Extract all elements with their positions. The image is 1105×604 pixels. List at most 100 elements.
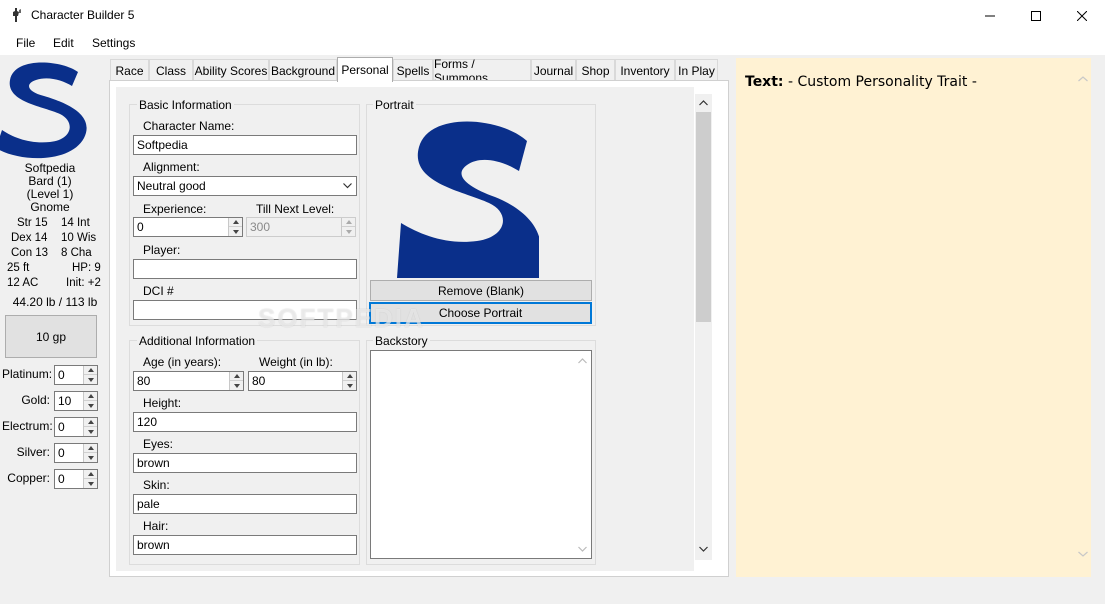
minimize-icon	[985, 15, 995, 16]
stat-speed: 25 ft	[7, 262, 30, 274]
eyes-field[interactable]: brown	[133, 453, 357, 473]
spin-down-icon[interactable]	[229, 227, 242, 236]
skin-label: Skin:	[143, 478, 170, 492]
stat-hp: HP: 9	[72, 262, 101, 274]
backstory-title: Backstory	[373, 334, 430, 348]
age-stepper[interactable]: 80	[133, 371, 244, 391]
height-field[interactable]: 120	[133, 412, 357, 432]
scroll-down-icon[interactable]	[578, 546, 587, 552]
close-button[interactable]	[1059, 0, 1105, 31]
stat-init: Init: +2	[66, 277, 101, 289]
skin-field[interactable]: pale	[133, 494, 357, 514]
electrum-stepper[interactable]: 0	[54, 417, 98, 437]
next-level-label: Till Next Level:	[256, 202, 335, 216]
alignment-label: Alignment:	[143, 160, 200, 174]
alignment-select[interactable]: Neutral good	[133, 176, 357, 196]
experience-stepper[interactable]: 0	[133, 217, 243, 237]
tab-ability-scores[interactable]: Ability Scores	[193, 59, 269, 81]
spin-up-icon[interactable]	[230, 372, 243, 381]
spin-up-icon[interactable]	[84, 470, 97, 479]
tab-in-play[interactable]: In Play	[675, 59, 718, 81]
tab-personal[interactable]: Personal	[337, 57, 393, 82]
spin-down-icon	[342, 227, 355, 236]
hair-field[interactable]: brown	[133, 535, 357, 555]
silver-stepper[interactable]: 0	[54, 443, 98, 463]
eyes-label: Eyes:	[143, 437, 174, 451]
hair-label: Hair:	[143, 519, 169, 533]
player-label: Player:	[143, 243, 181, 257]
tab-forms-summons[interactable]: Forms / Summons	[433, 57, 531, 85]
spin-up-icon[interactable]	[84, 392, 97, 401]
tab-shop[interactable]: Shop	[576, 59, 615, 81]
weight-stepper[interactable]: 80	[248, 371, 357, 391]
player-field[interactable]	[133, 259, 357, 279]
scrollbar-thumb[interactable]	[696, 112, 711, 322]
backstory-textarea[interactable]	[370, 350, 592, 559]
close-icon	[1077, 10, 1087, 21]
tab-inventory[interactable]: Inventory	[615, 59, 675, 81]
menu-settings[interactable]: Settings	[92, 36, 135, 50]
window-title: Character Builder 5	[31, 8, 135, 22]
spin-up-icon[interactable]	[84, 444, 97, 453]
next-level-stepper: 300	[246, 217, 356, 237]
app-icon	[13, 8, 21, 22]
spin-down-icon[interactable]	[343, 381, 356, 390]
age-label: Age (in years):	[143, 355, 222, 369]
stat-con: Con 13	[11, 247, 49, 259]
tab-spells[interactable]: Spells	[393, 59, 433, 81]
stat-dex: Dex 14	[11, 232, 48, 244]
scroll-up-icon[interactable]	[699, 100, 708, 106]
title-bar	[0, 0, 1105, 31]
silver-label: Silver:	[16, 445, 50, 459]
stat-int: 14 Int	[61, 217, 90, 229]
scroll-up-icon[interactable]	[578, 358, 587, 364]
description-body: - Custom Personality Trait -	[787, 74, 977, 90]
maximize-icon	[1031, 10, 1041, 21]
carry-weight: 44.20 lb / 113 lb	[12, 295, 98, 309]
copper-label: Copper:	[7, 471, 50, 485]
spin-up-icon[interactable]	[84, 418, 97, 427]
description-panel	[736, 58, 1074, 577]
dci-label: DCI #	[143, 284, 174, 298]
tab-race[interactable]: Race	[110, 59, 149, 81]
character-name-field[interactable]: Softpedia	[133, 135, 357, 155]
tab-journal[interactable]: Journal	[531, 59, 576, 81]
height-label: Height:	[143, 396, 182, 410]
portrait-image	[397, 121, 539, 278]
scroll-down-icon[interactable]	[699, 546, 708, 552]
character-level: (Level 1)	[26, 187, 74, 201]
spin-up-icon[interactable]	[343, 372, 356, 381]
spin-down-icon[interactable]	[230, 381, 243, 390]
scroll-up-icon[interactable]	[1078, 76, 1088, 82]
stat-ac: 12 AC	[7, 277, 39, 289]
spin-down-icon[interactable]	[84, 401, 97, 410]
spin-down-icon[interactable]	[84, 453, 97, 462]
portrait-thumbnail	[0, 62, 87, 159]
stat-wis: 10 Wis	[61, 232, 97, 244]
maximize-button[interactable]	[1013, 0, 1059, 31]
gold-stepper[interactable]: 10	[54, 391, 98, 411]
tab-class[interactable]: Class	[149, 59, 193, 81]
spin-up-icon	[342, 218, 355, 227]
description-prefix: Text:	[745, 74, 784, 90]
copper-stepper[interactable]: 0	[54, 469, 98, 489]
spin-down-icon[interactable]	[84, 375, 97, 384]
remove-portrait-button[interactable]: Remove (Blank)	[370, 280, 592, 301]
menu-edit[interactable]: Edit	[53, 36, 74, 50]
spin-up-icon[interactable]	[84, 366, 97, 375]
basic-info-title: Basic Information	[137, 98, 234, 112]
description-scrollbar[interactable]	[1074, 58, 1091, 577]
minimize-button[interactable]	[967, 0, 1013, 31]
spin-down-icon[interactable]	[84, 427, 97, 436]
character-name-label: Character Name:	[143, 119, 235, 133]
tab-background[interactable]: Background	[269, 59, 337, 81]
scroll-down-icon[interactable]	[1078, 551, 1088, 557]
spin-up-icon[interactable]	[229, 218, 242, 227]
menu-file[interactable]: File	[16, 36, 35, 50]
additional-info-title: Additional Information	[137, 334, 258, 348]
gold-total-button[interactable]: 10 gp	[5, 315, 97, 358]
spin-down-icon[interactable]	[84, 479, 97, 488]
weight-label: Weight (in lb):	[259, 355, 333, 369]
platinum-stepper[interactable]: 0	[54, 365, 98, 385]
experience-label: Experience:	[143, 202, 207, 216]
